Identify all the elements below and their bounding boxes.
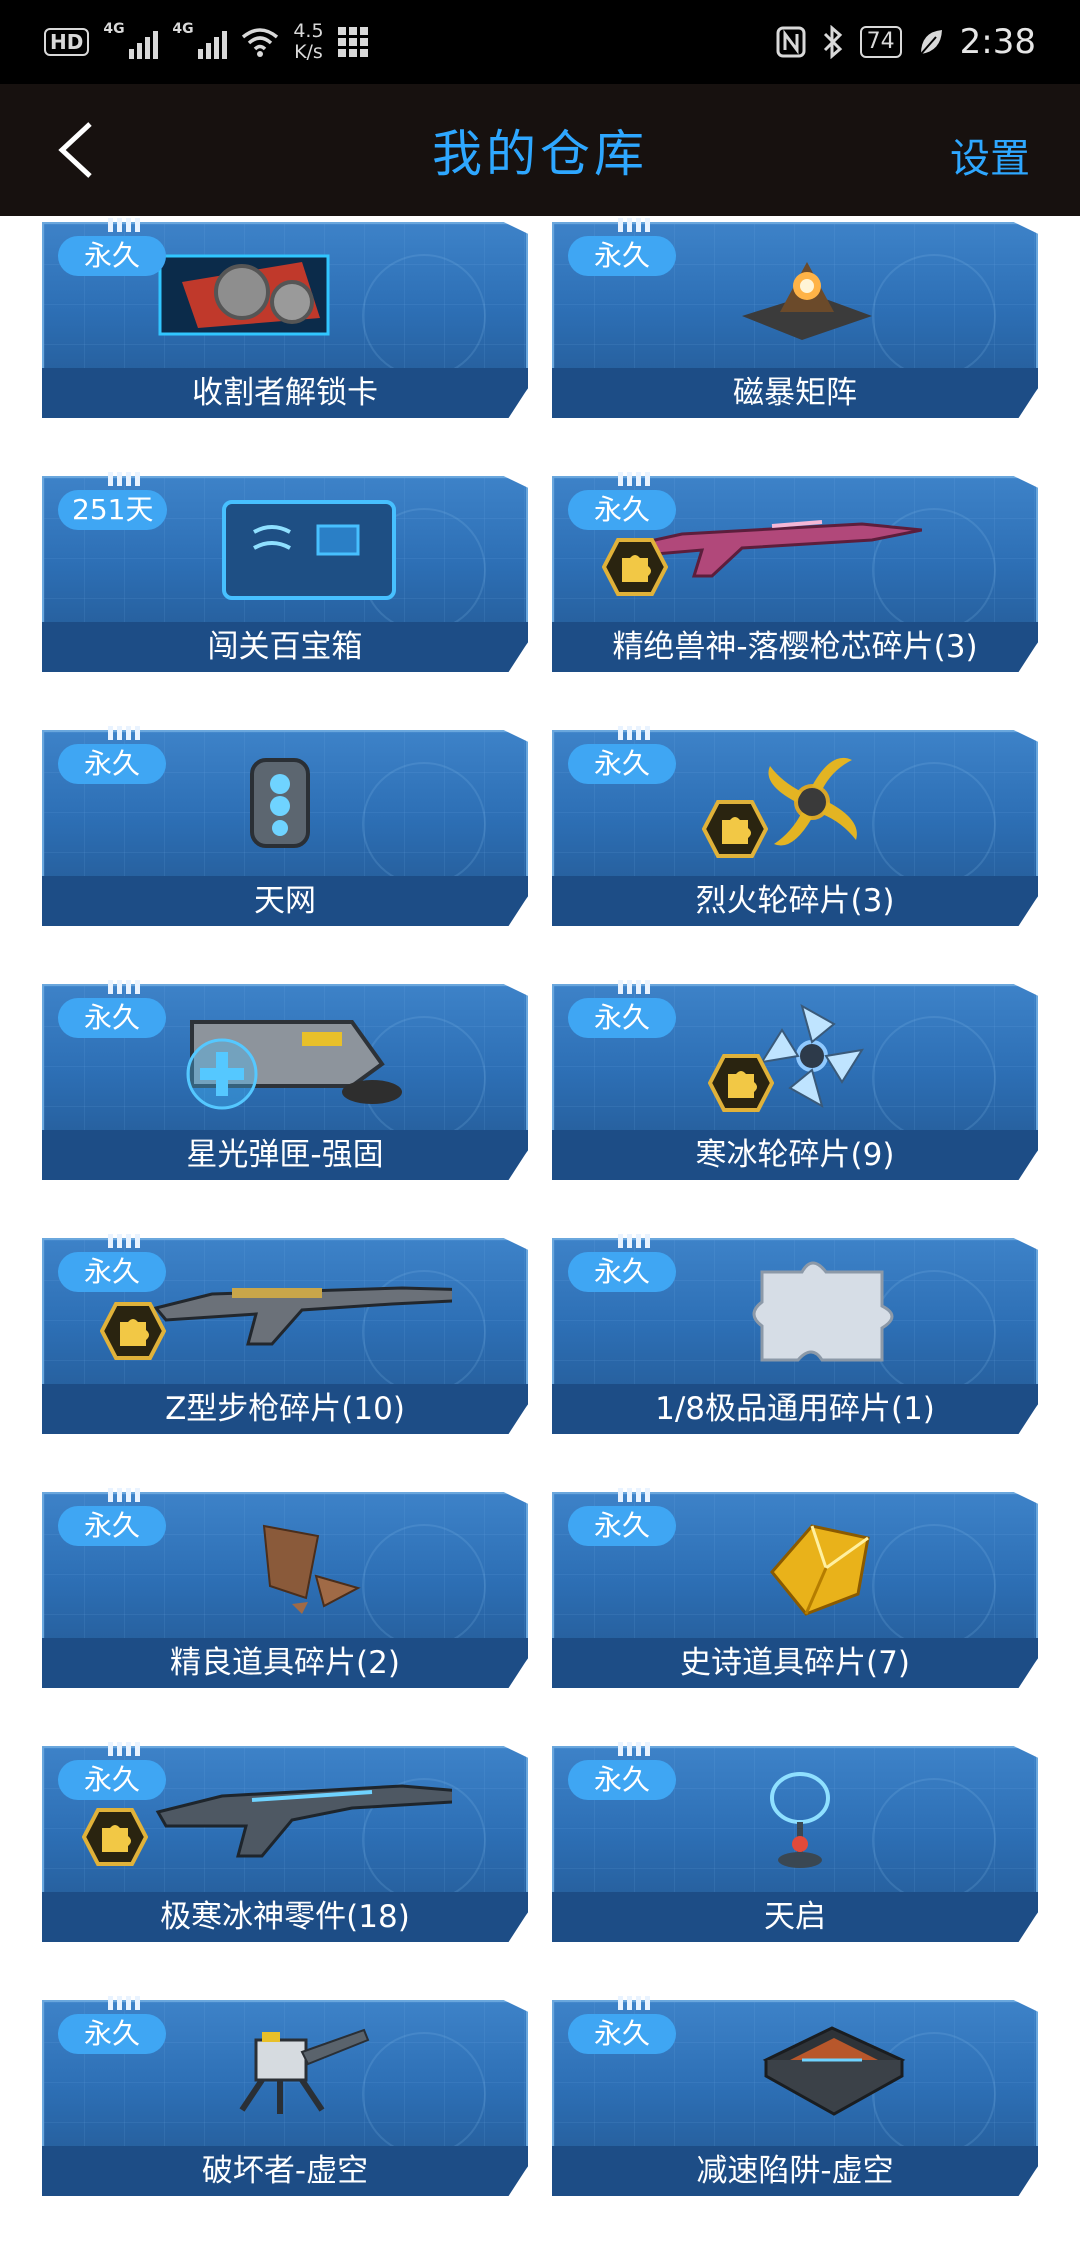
duration-badge: 永久 <box>58 998 166 1038</box>
item-card[interactable]: 永久 寒冰轮碎片(9) <box>552 980 1038 1180</box>
network-speed: 4.5 K/s <box>293 20 324 63</box>
item-card[interactable]: 永久 破坏者-虚空 <box>42 1996 528 2196</box>
apocalypse-icon <box>770 1772 830 1868</box>
duration-badge: 永久 <box>58 2014 166 2054</box>
tesla-matrix-icon <box>742 262 872 340</box>
treasure-box-icon <box>222 500 396 600</box>
puzzle-piece-badge-icon <box>82 1808 148 1866</box>
item-card[interactable]: 永久 史诗道具碎片(7) <box>552 1488 1038 1688</box>
signal-icon: 4G <box>172 21 228 59</box>
item-card[interactable]: 永久 烈火轮碎片(3) <box>552 726 1038 926</box>
item-card[interactable]: 永久 减速陷阱-虚空 <box>552 1996 1038 2196</box>
item-name: 烈火轮碎片(3) <box>552 876 1038 926</box>
bluetooth-icon <box>823 25 842 59</box>
duration-badge: 永久 <box>568 236 676 276</box>
item-card[interactable]: 永久 收割者解锁卡 <box>42 218 528 418</box>
duration-badge: 永久 <box>568 1252 676 1292</box>
item-name: 磁暴矩阵 <box>552 368 1038 418</box>
item-name: 史诗道具碎片(7) <box>552 1638 1038 1688</box>
card-icon <box>158 254 330 336</box>
status-bar: HD 4G 4G 4.5 K/s 74 2:38 <box>0 0 1080 84</box>
z-rifle-icon <box>153 1286 452 1346</box>
item-card[interactable]: 永久 星光弹匣-强固 <box>42 980 528 1180</box>
duration-badge: 永久 <box>58 1506 166 1546</box>
nfc-icon <box>776 26 806 58</box>
item-name: 闯关百宝箱 <box>42 622 528 672</box>
item-name: 星光弹匣-强固 <box>42 1130 528 1180</box>
puzzle-piece-badge-icon <box>708 1054 774 1112</box>
item-card[interactable]: 永久 Z型步枪碎片(10) <box>42 1234 528 1434</box>
duration-badge: 永久 <box>568 490 676 530</box>
page-title: 我的仓库 <box>432 125 648 183</box>
fine-fragment-icon <box>262 1524 361 1614</box>
magazine-icon <box>186 1020 402 1110</box>
puzzle-piece-badge-icon <box>602 538 668 596</box>
hd-indicator: HD <box>44 28 90 56</box>
item-card[interactable]: 永久 精良道具碎片(2) <box>42 1488 528 1688</box>
duration-badge: 251天 <box>58 490 168 530</box>
item-name: 极寒冰神零件(18) <box>42 1892 528 1942</box>
item-name: 精绝兽神-落樱枪芯碎片(3) <box>552 622 1038 672</box>
item-name: 减速陷阱-虚空 <box>552 2146 1038 2196</box>
battery-indicator: 74 <box>859 26 902 58</box>
ice-god-gun-icon <box>155 1784 452 1858</box>
item-card[interactable]: 永久 天网 <box>42 726 528 926</box>
duration-badge: 永久 <box>568 744 676 784</box>
skynet-device-icon <box>250 758 310 848</box>
duration-badge: 永久 <box>58 744 166 784</box>
duration-badge: 永久 <box>568 998 676 1038</box>
leaf-icon <box>919 30 942 55</box>
wifi-icon <box>242 28 279 57</box>
destroyer-icon <box>239 2028 370 2114</box>
duration-badge: 永久 <box>568 1506 676 1546</box>
duration-badge: 永久 <box>568 1760 676 1800</box>
item-name: Z型步枪碎片(10) <box>42 1384 528 1434</box>
inventory-grid: 永久 收割者解锁卡 永久 磁暴矩阵 251天 闯关百宝箱 永久 精绝兽神-落樱枪… <box>0 216 1080 2244</box>
item-name: 收割者解锁卡 <box>42 368 528 418</box>
item-card[interactable]: 永久 磁暴矩阵 <box>552 218 1038 418</box>
puzzle-piece-icon <box>752 1261 894 1362</box>
item-name: 寒冰轮碎片(9) <box>552 1130 1038 1180</box>
item-card[interactable]: 永久 天启 <box>552 1742 1038 1942</box>
item-name: 破坏者-虚空 <box>42 2146 528 2196</box>
puzzle-piece-badge-icon <box>702 800 768 858</box>
apps-grid-icon <box>337 27 368 57</box>
back-icon[interactable] <box>52 120 112 180</box>
ice-wheel-icon <box>759 1003 865 1109</box>
item-card[interactable]: 永久 1/8极品通用碎片(1) <box>552 1234 1038 1434</box>
duration-badge: 永久 <box>58 1760 166 1800</box>
item-card[interactable]: 永久 精绝兽神-落樱枪芯碎片(3) <box>552 472 1038 672</box>
duration-badge: 永久 <box>58 1252 166 1292</box>
slow-trap-icon <box>762 2026 906 2116</box>
item-card[interactable]: 251天 闯关百宝箱 <box>42 472 528 672</box>
epic-fragment-icon <box>770 1524 870 1616</box>
clock: 2:38 <box>959 22 1036 62</box>
settings-button[interactable]: 设置 <box>950 126 1030 184</box>
item-name: 天启 <box>552 1892 1038 1942</box>
puzzle-piece-badge-icon <box>100 1302 166 1360</box>
item-name: 1/8极品通用碎片(1) <box>552 1384 1038 1434</box>
item-name: 天网 <box>42 876 528 926</box>
signal-icon: 4G <box>103 21 159 59</box>
duration-badge: 永久 <box>568 2014 676 2054</box>
app-header: 我的仓库 设置 <box>0 84 1080 216</box>
duration-badge: 永久 <box>58 236 166 276</box>
item-name: 精良道具碎片(2) <box>42 1638 528 1688</box>
item-card[interactable]: 永久 极寒冰神零件(18) <box>42 1742 528 1942</box>
